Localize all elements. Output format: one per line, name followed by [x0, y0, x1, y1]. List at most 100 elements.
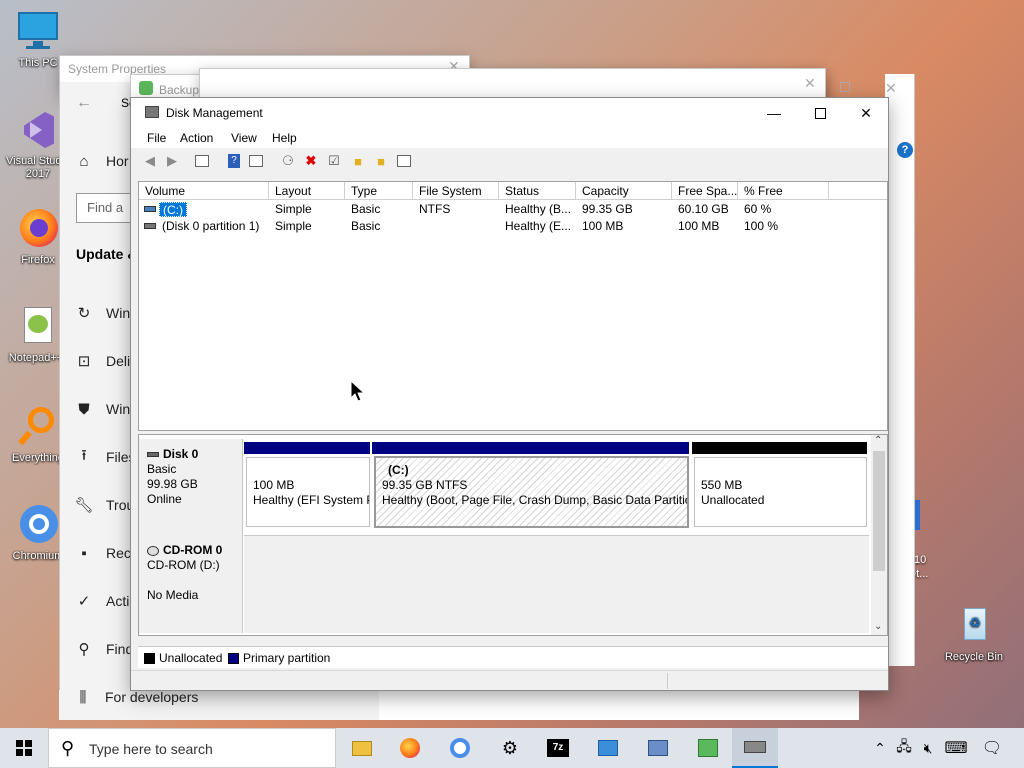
- notifications-icon[interactable]: 🗨︎: [978, 734, 1006, 762]
- partition-bar-efi: [244, 442, 370, 454]
- nav-label: Win: [106, 401, 131, 417]
- file-explorer-icon[interactable]: [348, 734, 376, 762]
- free-space-cell: 100 MB: [678, 219, 720, 233]
- capacity-cell: 100 MB: [582, 219, 624, 233]
- forward-icon[interactable]: ▶: [163, 152, 181, 170]
- folder-search-icon[interactable]: ■: [372, 152, 390, 170]
- menu-help[interactable]: Help: [272, 131, 297, 145]
- disk-volume-icon: [144, 223, 156, 229]
- show-hide-tree-icon[interactable]: [193, 152, 211, 170]
- help-icon[interactable]: ?: [897, 142, 913, 158]
- chromium-icon: [16, 503, 60, 547]
- partition-bar-c: [372, 442, 689, 454]
- nav-delivery-optimization[interactable]: ⊡ Deli: [74, 350, 130, 372]
- help-book-icon[interactable]: ?: [225, 152, 243, 170]
- vertical-scrollbar[interactable]: ⌃ ⌄: [871, 435, 887, 635]
- desktop-icon-recycle-bin[interactable]: ♻ Recycle Bin: [940, 604, 1008, 664]
- column-header-capacity[interactable]: Capacity: [576, 182, 672, 200]
- checklist-icon[interactable]: ☑: [325, 152, 343, 170]
- partition-size: 99.35 GB NTFS: [382, 478, 468, 492]
- network-computer-icon[interactable]: [644, 734, 672, 762]
- nav-home[interactable]: ⌂ Hor: [74, 150, 128, 172]
- minimize-button[interactable]: —: [751, 98, 797, 128]
- volume-muted-icon[interactable]: 🔇︎: [914, 734, 942, 762]
- menu-action[interactable]: Action: [180, 131, 213, 145]
- cdrom-area: [244, 535, 869, 633]
- column-header-percent-free[interactable]: % Free: [738, 182, 829, 200]
- file-system-cell: [413, 219, 419, 235]
- maximize-icon: [814, 107, 826, 119]
- volume-list[interactable]: Volume Layout Type File System Status Ca…: [138, 181, 888, 431]
- menu-view[interactable]: View: [231, 131, 257, 145]
- taskbar-search-box[interactable]: ⚲ Type here to search: [48, 728, 336, 768]
- nav-windows-update[interactable]: ↻ Win: [74, 302, 130, 324]
- close-icon[interactable]: ✕: [804, 75, 816, 92]
- maximize-icon[interactable]: [840, 82, 850, 92]
- nav-recovery[interactable]: ▪ Reco: [74, 542, 138, 564]
- volume-cell-selected[interactable]: (C:): [159, 202, 187, 217]
- recovery-icon: ▪: [81, 544, 87, 562]
- disk-0-label[interactable]: Disk 0 Basic 99.98 GB Online: [139, 439, 243, 535]
- percent-free-cell: 100 %: [744, 219, 779, 233]
- partition-bar-unallocated: [692, 442, 867, 454]
- disk-graphical-pane[interactable]: Disk 0 Basic 99.98 GB Online 100 MB Heal…: [138, 434, 888, 636]
- back-icon[interactable]: ◀: [141, 152, 159, 170]
- nav-windows-security[interactable]: ⛊ Win: [74, 398, 130, 420]
- scrollbar-thumb[interactable]: [873, 451, 885, 571]
- control-panel-icon[interactable]: [594, 734, 622, 762]
- check-circle-icon: ✓: [77, 593, 91, 610]
- settings-window[interactable]: ← Se ⌂ Hor Find a Update & ↻ Win ⊡ Deli ⛊ W…: [59, 82, 140, 720]
- backup-taskbar-icon[interactable]: [694, 734, 722, 762]
- cdrom-0-label[interactable]: CD-ROM 0 CD-ROM (D:) No Media: [139, 535, 243, 633]
- desktop-icon-label: Recycle Bin: [944, 651, 1004, 663]
- file-system-cell: NTFS: [419, 202, 451, 216]
- nav-troubleshoot[interactable]: 🔧︎ Trou: [74, 494, 134, 516]
- column-header-free-space[interactable]: Free Spa...: [672, 182, 738, 200]
- column-header-file-system[interactable]: File System: [413, 182, 499, 200]
- column-header-volume[interactable]: Volume: [139, 182, 269, 200]
- partition-unallocated[interactable]: 550 MB Unallocated: [694, 457, 867, 527]
- nav-activation[interactable]: ✓ Acti: [74, 590, 130, 612]
- table-row[interactable]: (C:) Simple Basic NTFS Healthy (B... 99.…: [139, 201, 887, 218]
- back-arrow-icon[interactable]: ←: [76, 94, 92, 112]
- keyboard-icon[interactable]: ⌨: [942, 734, 970, 762]
- status-bar-divider: [667, 673, 668, 689]
- windows-start-icon[interactable]: [10, 734, 38, 762]
- type-cell: Basic: [351, 219, 381, 233]
- list-view-icon[interactable]: [395, 152, 413, 170]
- 7zip-icon[interactable]: 7z: [544, 734, 572, 762]
- cdrom-media: No Media: [147, 588, 199, 602]
- column-header-type[interactable]: Type: [345, 182, 413, 200]
- disk-management-taskbar-button[interactable]: [732, 728, 778, 768]
- settings-gear-icon[interactable]: ⚙: [496, 734, 524, 762]
- menu-file[interactable]: File: [147, 131, 166, 145]
- delete-icon[interactable]: ✖: [302, 152, 320, 170]
- nav-files-backup[interactable]: ⭱ Files: [74, 446, 135, 468]
- nav-label: Deli: [106, 353, 131, 369]
- scroll-down-icon[interactable]: ⌄: [874, 621, 882, 632]
- nav-find-my-device[interactable]: ⚲ Find: [74, 638, 134, 660]
- close-button[interactable]: ✕: [843, 98, 889, 128]
- column-header-layout[interactable]: Layout: [269, 182, 345, 200]
- table-row[interactable]: (Disk 0 partition 1) Simple Basic Health…: [139, 218, 887, 235]
- chromium-taskbar-icon[interactable]: [446, 734, 474, 762]
- disk-management-window[interactable]: Disk Management — ✕ File Action View Hel…: [130, 97, 889, 691]
- settings-bottom-right: [379, 690, 859, 720]
- partition-status: Unallocated: [701, 493, 765, 507]
- status-bar: [131, 670, 888, 690]
- window-title: Backup: [159, 83, 200, 97]
- column-header-status[interactable]: Status: [499, 182, 576, 200]
- title-bar[interactable]: Disk Management — ✕: [131, 98, 888, 128]
- partition-size: 100 MB: [253, 478, 295, 492]
- partition-efi[interactable]: 100 MB Healthy (EFI System P: [246, 457, 370, 527]
- connect-icon[interactable]: ⚆: [279, 152, 297, 170]
- close-icon[interactable]: ✕: [885, 80, 897, 97]
- folder-up-icon[interactable]: ■: [349, 152, 367, 170]
- partition-c[interactable]: (C:) 99.35 GB NTFS Healthy (Boot, Page F…: [374, 456, 689, 528]
- scroll-up-icon[interactable]: ⌃: [874, 435, 882, 446]
- shield-icon: ⛊: [78, 400, 90, 418]
- firefox-taskbar-icon[interactable]: [396, 734, 424, 762]
- maximize-button[interactable]: [797, 98, 843, 128]
- properties-icon[interactable]: [247, 152, 265, 170]
